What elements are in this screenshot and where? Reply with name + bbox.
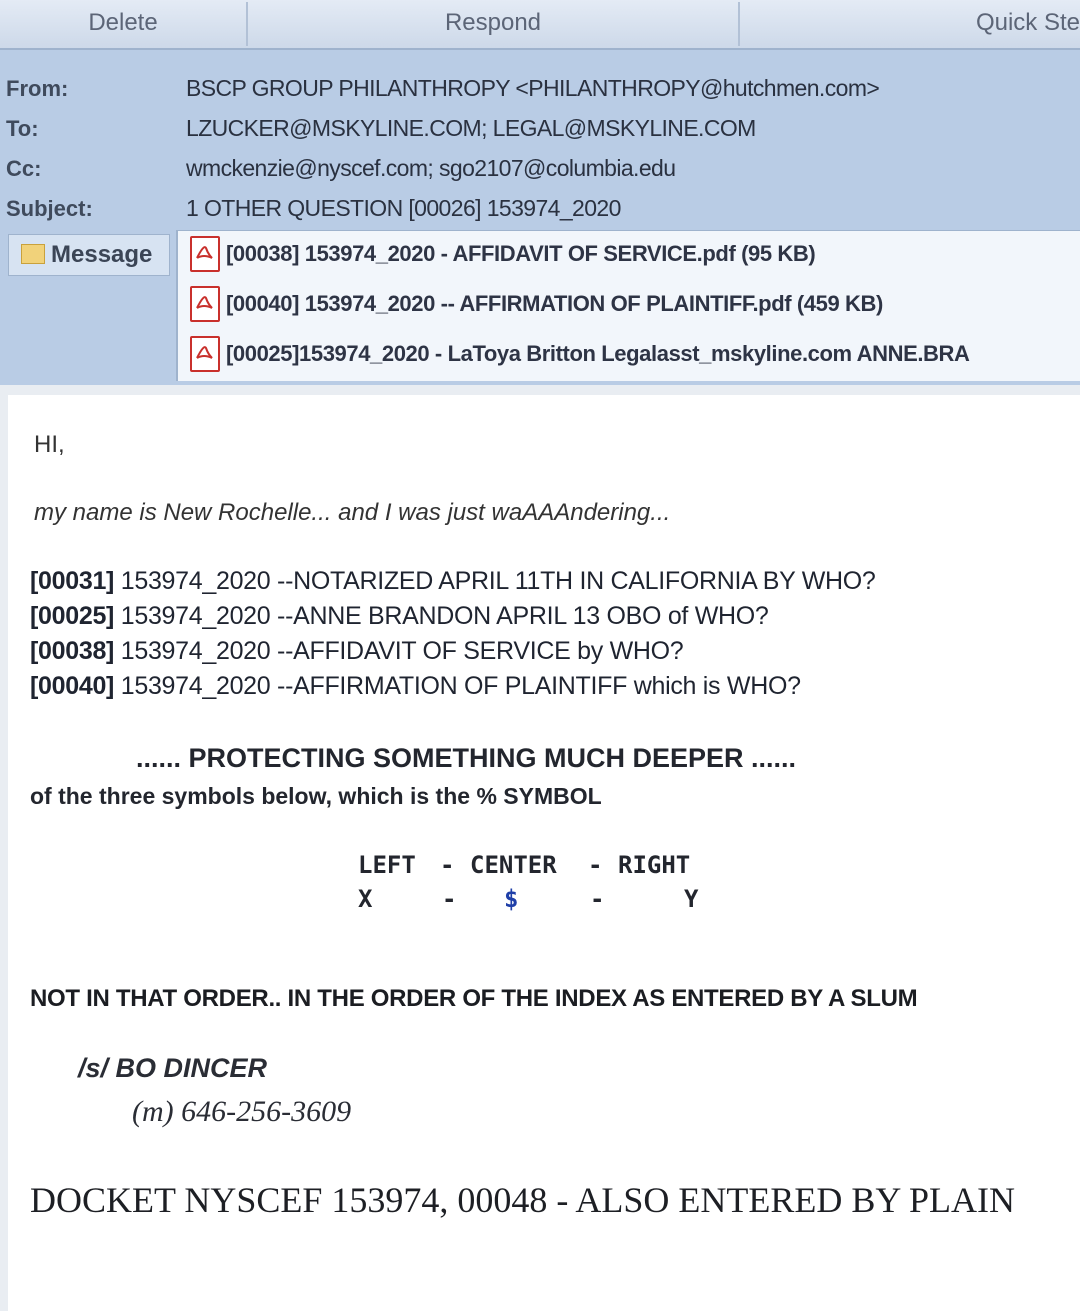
ribbon-toolbar: Delete Respond Quick Ste: [0, 0, 1080, 50]
quick-steps-button[interactable]: Quick Ste: [740, 0, 1080, 46]
docket-line: DOCKET NYSCEF 153974, 00048 - ALSO ENTER…: [30, 1180, 1016, 1220]
subject-field: 1 OTHER QUESTION [00026] 153974_2020: [186, 195, 621, 221]
index-id: [00025]: [30, 602, 115, 630]
symbol-dash: -: [590, 885, 605, 913]
to-field[interactable]: LZUCKER@MSKYLINE.COM; LEGAL@MSKYLINE.COM: [186, 115, 756, 142]
symbol-center-label: CENTER: [470, 851, 557, 879]
index-id: [00031]: [30, 567, 115, 595]
index-line: [00038] 153974_2020 --AFFIDAVIT OF SERVI…: [30, 637, 684, 666]
quick-steps-label: Quick Ste: [975, 9, 1080, 36]
message-tab-label: Message: [51, 241, 153, 268]
message-header: From: BSCP GROUP PHILANTHROPY <PHILANTHR…: [0, 50, 1080, 385]
attachment-name: [00038] 153974_2020 - AFFIDAVIT OF SERVI…: [226, 241, 816, 266]
pdf-icon: [190, 286, 220, 322]
symbol-left-value: X: [358, 885, 373, 913]
pdf-icon: [190, 236, 220, 272]
index-line: [00025] 153974_2020 --ANNE BRANDON APRIL…: [30, 602, 769, 631]
respond-button[interactable]: Respond: [248, 0, 738, 46]
index-id: [00038]: [30, 637, 115, 665]
envelope-icon: [21, 244, 45, 264]
index-text: --NOTARIZED APRIL 11TH IN CALIFORNIA BY …: [277, 567, 876, 595]
cc-label: Cc:: [6, 156, 42, 181]
index-case: 153974_2020: [120, 637, 271, 665]
pdf-icon: [190, 336, 220, 372]
symbol-dash: -: [440, 851, 455, 879]
index-case: 153974_2020: [120, 672, 271, 700]
index-text: --AFFIDAVIT OF SERVICE by WHO?: [277, 637, 684, 665]
to-label: To:: [6, 116, 39, 141]
index-id: [00040]: [30, 672, 115, 700]
symbol-center-value: $: [504, 885, 519, 913]
index-line: [00031] 153974_2020 --NOTARIZED APRIL 11…: [30, 567, 876, 596]
protecting-line: ...... PROTECTING SOMETHING MUCH DEEPER …: [136, 743, 797, 773]
signature: /s/ BO DINCER: [78, 1053, 268, 1083]
from-label: From:: [6, 76, 69, 101]
attachment-name: [00025]153974_2020 - LaToya Britton Lega…: [226, 341, 970, 366]
attachment-name: [00040] 153974_2020 -- AFFIRMATION OF PL…: [226, 291, 883, 316]
attachment-item[interactable]: [00038] 153974_2020 - AFFIDAVIT OF SERVI…: [190, 236, 816, 272]
index-text: --AFFIRMATION OF PLAINTIFF which is WHO?: [277, 672, 801, 700]
delete-button[interactable]: Delete: [0, 0, 246, 46]
index-line: [00040] 153974_2020 --AFFIRMATION OF PLA…: [30, 672, 801, 701]
symbol-question: of the three symbols below, which is the…: [30, 783, 602, 809]
order-note: NOT IN THAT ORDER.. IN THE ORDER OF THE …: [30, 985, 918, 1012]
attachment-item[interactable]: [00025]153974_2020 - LaToya Britton Lega…: [190, 336, 970, 372]
subject-label: Subject:: [6, 196, 93, 221]
index-text: --ANNE BRANDON APRIL 13 OBO of WHO?: [277, 602, 769, 630]
from-field[interactable]: BSCP GROUP PHILANTHROPY <PHILANTHROPY@hu…: [186, 75, 880, 102]
greeting: HI,: [34, 431, 65, 458]
mobile-number: (m) 646-256-3609: [132, 1095, 352, 1128]
cc-field[interactable]: wmckenzie@nyscef.com; sgo2107@columbia.e…: [186, 155, 676, 182]
message-body[interactable]: HI, my name is New Rochelle... and I was…: [8, 395, 1080, 1311]
attachment-item[interactable]: [00040] 153974_2020 -- AFFIRMATION OF PL…: [190, 286, 883, 322]
index-case: 153974_2020: [120, 602, 271, 630]
symbol-right-value: Y: [684, 885, 699, 913]
symbol-dash: -: [588, 851, 603, 879]
index-case: 153974_2020: [120, 567, 271, 595]
symbol-dash: -: [442, 885, 457, 913]
symbol-right-label: RIGHT: [618, 851, 691, 879]
message-tab[interactable]: Message: [8, 234, 170, 276]
intro-text: my name is New Rochelle... and I was jus…: [34, 499, 671, 526]
symbol-left-label: LEFT: [358, 851, 416, 879]
